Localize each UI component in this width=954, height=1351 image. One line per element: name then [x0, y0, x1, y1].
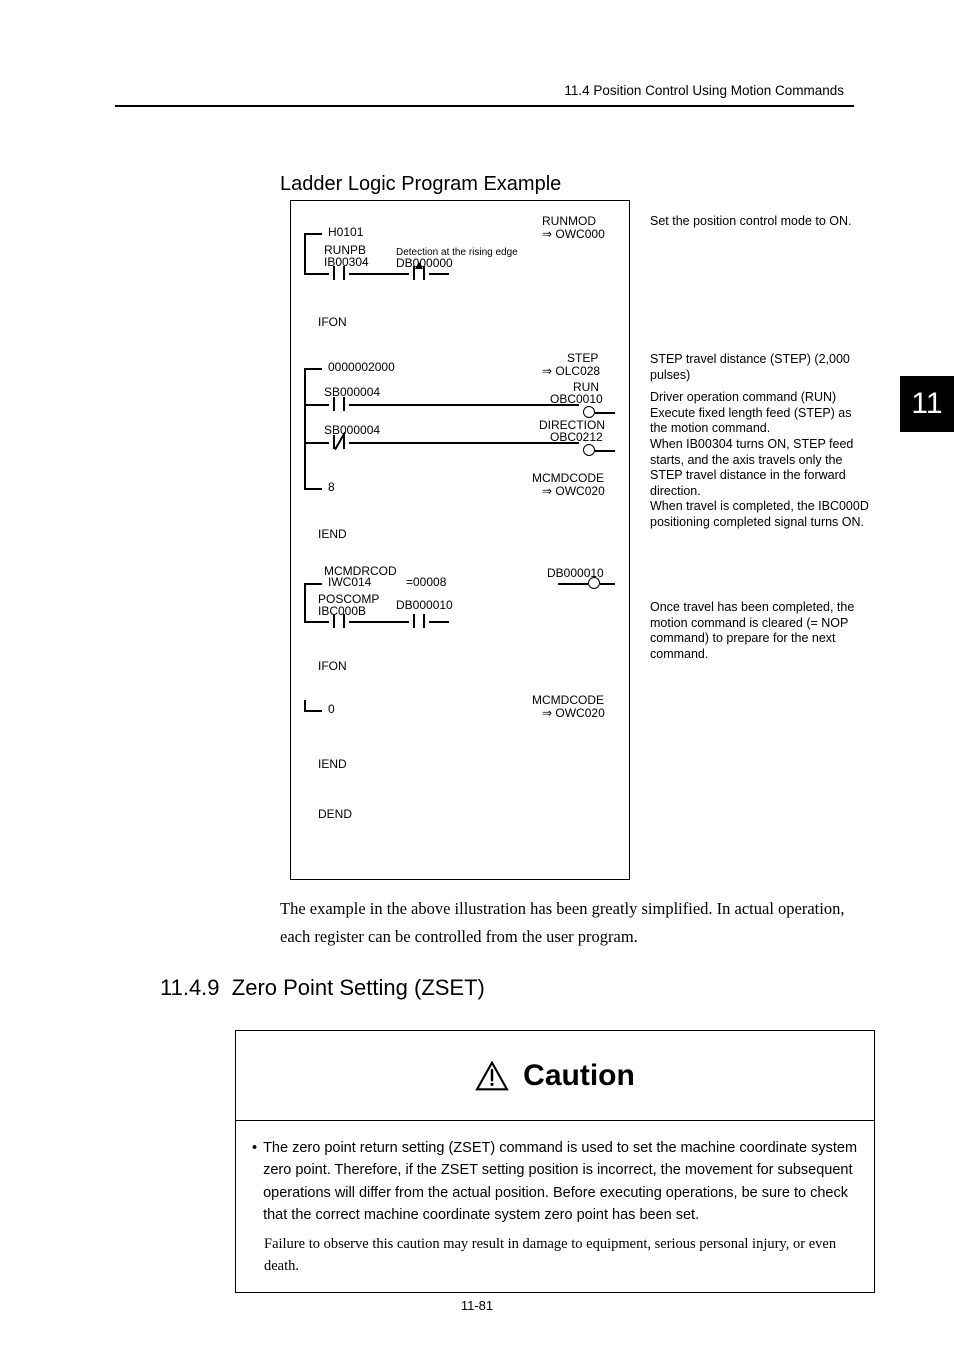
run-dest: OBC0010 — [550, 393, 603, 407]
subsection-title: Zero Point Setting (ZSET) — [232, 975, 485, 1000]
mcmd-dest-1: ⇒ OWC020 — [542, 485, 605, 499]
page-number: 11-81 — [461, 1298, 493, 1313]
db-in-label: DB000010 — [396, 599, 453, 613]
coil-db-out — [588, 577, 600, 589]
iend-1: IEND — [318, 528, 347, 542]
contact-edge — [409, 266, 429, 280]
iend-2: IEND — [318, 758, 347, 772]
annotation-2a: STEP travel distance (STEP) (2,000 pulse… — [650, 352, 870, 383]
ifon-2: IFON — [318, 660, 347, 674]
coil-run — [583, 406, 595, 418]
subsection-number: 11.4.9 — [160, 975, 220, 1000]
ladder-diagram: H0101 RUNMOD ⇒ OWC000 RUNPB IB00304 Dete… — [290, 200, 870, 880]
contact-sb1 — [329, 397, 349, 411]
chapter-tab: 11 — [900, 376, 954, 432]
contact-runpb — [329, 266, 349, 280]
direction-dest: OBC0212 — [550, 431, 603, 445]
warning-icon — [475, 1061, 509, 1091]
section-heading: Ladder Logic Program Example — [280, 173, 561, 196]
eq-label: =00008 — [406, 576, 446, 590]
runmod-dest: ⇒ OWC000 — [542, 228, 605, 242]
annotation-3: Once travel has been completed, the moti… — [650, 600, 870, 663]
ifon-1: IFON — [318, 316, 347, 330]
contact-db-in — [409, 614, 429, 628]
contact-poscomp — [329, 614, 349, 628]
annotation-2b: Driver operation command (RUN) Execute f… — [650, 390, 870, 531]
caution-box: Caution • The zero point return setting … — [235, 1030, 875, 1293]
bullet-marker: • — [252, 1137, 257, 1227]
caution-title: Caution — [523, 1059, 635, 1093]
coil-dir — [583, 444, 595, 456]
contact-sb2 — [329, 435, 349, 449]
step-dest: ⇒ OLC028 — [542, 365, 600, 379]
body-paragraph: The example in the above illustration ha… — [280, 895, 870, 951]
zero-label: 0 — [328, 703, 335, 717]
header-breadcrumb: 11.4 Position Control Using Motion Comma… — [564, 83, 844, 98]
mcmd-dest-2: ⇒ OWC020 — [542, 707, 605, 721]
annotation-1: Set the position control mode to ON. — [650, 214, 870, 230]
h-value: H0101 — [328, 226, 363, 240]
val-2000: 0000002000 — [328, 361, 395, 375]
eight-label: 8 — [328, 481, 335, 495]
subsection-heading: 11.4.9 Zero Point Setting (ZSET) — [160, 975, 485, 1001]
caution-bullet-text: The zero point return setting (ZSET) com… — [263, 1137, 858, 1227]
dend: DEND — [318, 808, 352, 822]
caution-note: Failure to observe this caution may resu… — [264, 1233, 858, 1278]
iwc-label: IWC014 — [328, 576, 371, 590]
header-rule — [115, 105, 854, 107]
